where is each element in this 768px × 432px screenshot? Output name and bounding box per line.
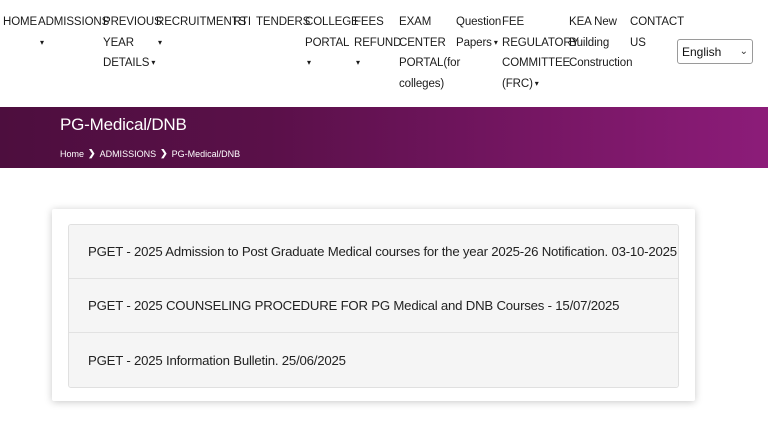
nav-label-line: Question: [456, 16, 502, 28]
nav-label-line: Building: [569, 36, 610, 49]
nav-contact-us[interactable]: CONTACT US: [630, 12, 684, 53]
nav-tenders[interactable]: TENDERS: [256, 12, 310, 33]
nav-rti-label: RTI: [233, 16, 252, 28]
nav-home[interactable]: HOME: [3, 12, 37, 33]
nav-label-line: KEA New: [569, 16, 617, 28]
nav-admissions[interactable]: ADMISSIONS ▾: [38, 12, 109, 53]
nav-label-line: COMMITTEE: [502, 57, 571, 69]
nav-fee-regulatory-committee[interactable]: FEE REGULATORY COMMITTEE (FRC) ▾: [502, 12, 579, 94]
nav-rti[interactable]: RTI: [233, 12, 251, 33]
page-banner: PG-Medical/DNB Home ❯ ADMISSIONS ❯ PG-Me…: [0, 107, 768, 168]
nav-admissions-label: ADMISSIONS: [38, 16, 110, 28]
chevron-down-icon: ▾: [151, 58, 156, 67]
nav-label-line: REGULATORY: [502, 36, 579, 49]
language-selected-value: English: [682, 44, 722, 59]
chevron-right-icon: ❯: [160, 148, 168, 158]
breadcrumb-current: PG-Medical/DNB: [171, 148, 241, 159]
nav-kea-new-building[interactable]: KEA New Building Construction: [569, 12, 632, 74]
nav-college-portal[interactable]: COLLEGE PORTAL ▾: [305, 12, 359, 74]
nav-label-line: PORTAL: [305, 36, 350, 49]
chevron-down-icon: ▾: [158, 37, 162, 47]
breadcrumb-home[interactable]: Home: [60, 149, 84, 159]
nav-label-line: CENTER: [399, 36, 446, 49]
nav-label-line: REFUND: [354, 36, 402, 49]
nav-label-line: colleges): [399, 77, 445, 90]
nav-question-papers[interactable]: Question Papers ▾: [456, 12, 501, 53]
chevron-down-icon: ▾: [307, 58, 311, 67]
nav-label-line: US: [630, 36, 646, 49]
list-item[interactable]: PGET - 2025 Information Bulletin. 25/06/…: [69, 333, 678, 387]
chevron-down-icon: ⌄: [739, 46, 748, 57]
notification-list: PGET - 2025 Admission to Post Graduate M…: [68, 224, 679, 388]
nav-label-line: FEE: [502, 16, 525, 28]
chevron-down-icon: ▾: [493, 37, 498, 47]
chevron-down-icon: ▾: [356, 58, 360, 67]
nav-label-line: Construction: [569, 57, 633, 69]
chevron-right-icon: ❯: [88, 148, 96, 158]
list-item[interactable]: PGET - 2025 COUNSELING PROCEDURE FOR PG …: [69, 279, 678, 333]
nav-label-line: CONTACT: [630, 16, 685, 28]
nav-label-line: PORTAL(for: [399, 57, 461, 69]
nav-label-line: FEES: [354, 16, 384, 28]
nav-label-line: PREVIOUS: [103, 16, 162, 28]
nav-home-label: HOME: [3, 16, 38, 28]
nav-label-line: DETAILS: [103, 57, 150, 69]
top-navigation: HOME ADMISSIONS ▾ PREVIOUS YEAR DETAILS ▾…: [0, 0, 768, 107]
language-select[interactable]: English ⌄: [677, 39, 753, 64]
nav-previous-year-details[interactable]: PREVIOUS YEAR DETAILS ▾: [103, 12, 162, 74]
nav-label-line: EXAM: [399, 16, 432, 28]
nav-label-line: YEAR: [103, 36, 134, 49]
chevron-down-icon: ▾: [40, 37, 44, 47]
list-item[interactable]: PGET - 2025 Admission to Post Graduate M…: [69, 225, 678, 279]
nav-exam-center-portal[interactable]: EXAM CENTER PORTAL(for colleges): [399, 12, 460, 94]
breadcrumb-admissions[interactable]: ADMISSIONS: [100, 149, 157, 159]
nav-label-line: Papers: [456, 36, 492, 49]
nav-label-line: COLLEGE: [305, 16, 359, 28]
nav-tenders-label: TENDERS: [256, 16, 311, 28]
nav-fees-refund[interactable]: FEES REFUND ▾: [354, 12, 401, 74]
chevron-down-icon: ▾: [534, 78, 539, 88]
breadcrumb: Home ❯ ADMISSIONS ❯ PG-Medical/DNB: [60, 148, 240, 159]
nav-label-line: (FRC): [502, 77, 533, 90]
page-title: PG-Medical/DNB: [60, 115, 187, 134]
